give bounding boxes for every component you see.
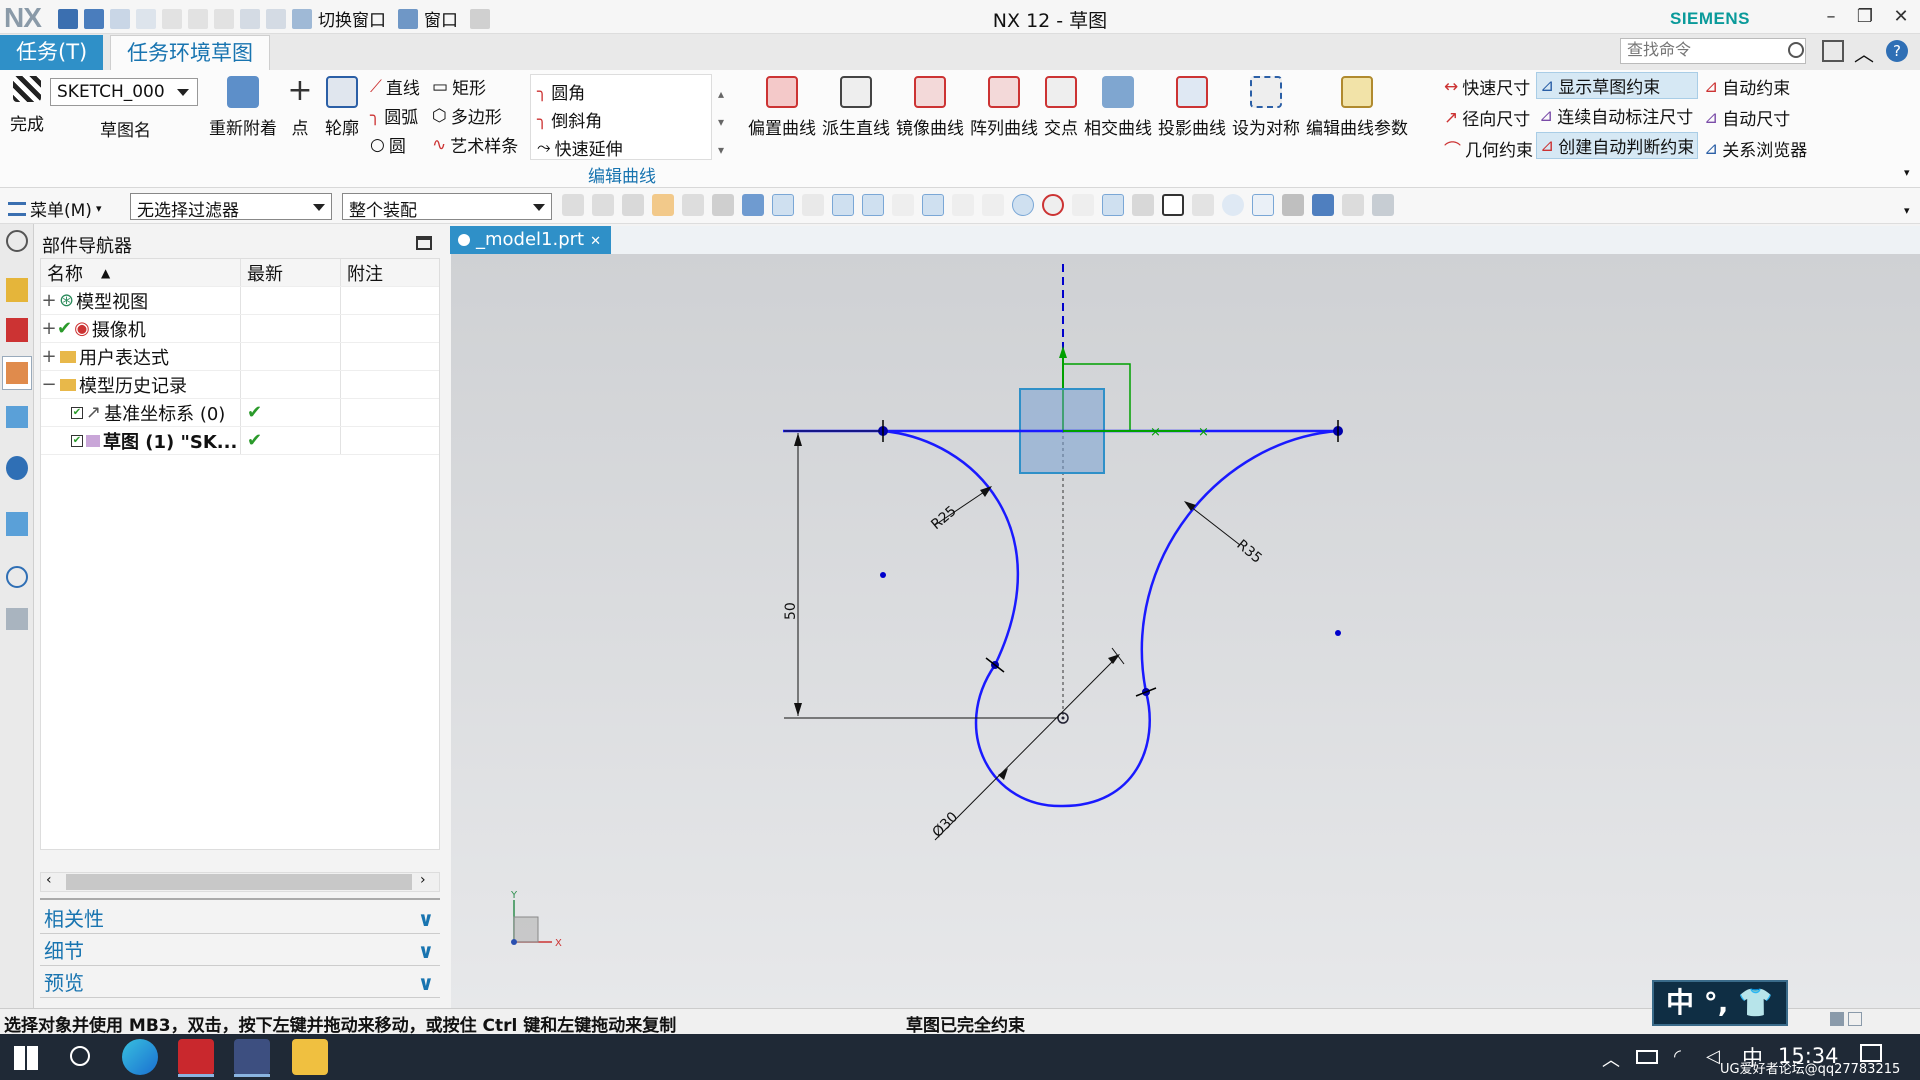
lower-arc[interactable] [974,664,1151,808]
tangent-tick [985,657,1005,673]
forum-watermark: UG爱好者论坛@qq27783215 [1720,1062,1901,1077]
dimension-arrow [794,433,802,446]
feishu-icon[interactable] [234,1039,270,1075]
status-flag-icon[interactable] [1830,1012,1844,1026]
search-icon[interactable] [70,1046,90,1066]
active-app-indicator [234,1074,270,1077]
arc-center-point[interactable] [880,572,886,578]
status-message: 草图已完全约束 [906,1016,1025,1036]
dimension-vertical-label[interactable]: 50 [783,602,799,620]
dimension-diameter[interactable]: Ø30 [930,809,962,841]
dimension-radius-left[interactable]: R25 [928,503,959,533]
diameter-arrow [1108,654,1120,664]
active-app-indicator [178,1074,214,1077]
volume-icon[interactable]: ◁ [1706,1046,1720,1067]
diameter-leader [934,655,1119,841]
triad-origin [511,939,517,945]
ime-toolbar[interactable]: 中 °, 👕 [1652,980,1788,1026]
status-prompt: 选择对象并使用 MB3，双击，按下左键并拖动来移动，或按住 Ctrl 键和左键拖… [4,1016,677,1036]
battery-icon[interactable] [1636,1050,1658,1064]
nx-taskbar-icon[interactable] [178,1039,214,1075]
triad-x-label: X [555,938,562,949]
triad-y-label: Y [510,890,518,901]
radius-leader [1185,502,1241,546]
windows-start-icon[interactable] [14,1046,38,1070]
show-hidden-icons-icon[interactable]: ︿ [1602,1046,1620,1072]
dimension-arrow [794,703,802,716]
status-window-icon[interactable] [1848,1012,1862,1026]
windows-taskbar [0,1034,1920,1080]
x-axis-tick: × [1150,425,1161,440]
dimension-radius-right[interactable]: R35 [1233,537,1264,567]
sketch-canvas[interactable]: × × 50 R25 R35 Ø30 Y X [0,0,1920,1080]
edge-browser-icon[interactable] [122,1039,158,1075]
y-axis-arrowhead [1059,346,1067,358]
diameter-arrow [998,768,1008,780]
x-axis-tick: × [1198,425,1209,440]
wifi-icon[interactable]: ◜ [1674,1046,1681,1067]
right-arc[interactable] [1140,429,1339,693]
arc-center-point[interactable] [1335,630,1341,636]
left-arc[interactable] [882,429,1020,666]
triad-plane [513,916,539,943]
file-explorer-icon[interactable] [292,1039,328,1075]
circle-center-dot [1061,716,1065,720]
